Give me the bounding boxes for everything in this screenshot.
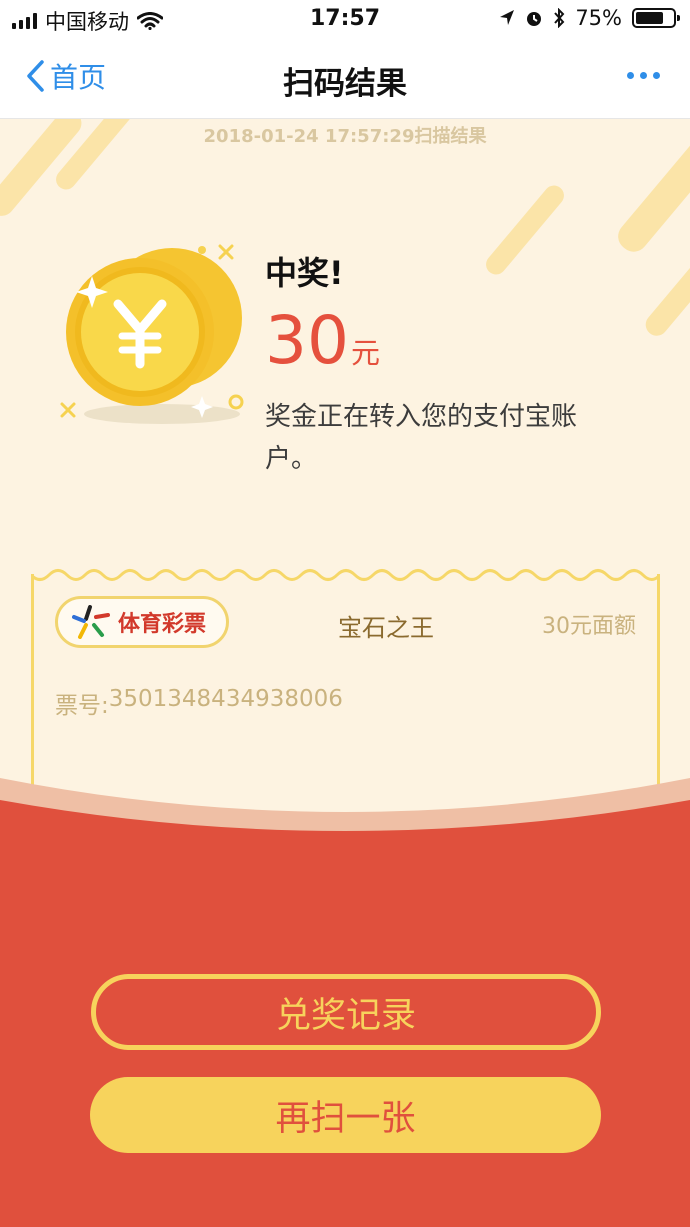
redeem-records-button[interactable]: 兑奖记录 [91,974,601,1050]
more-icon[interactable] [627,72,660,79]
location-icon [500,10,515,25]
bluetooth-icon [554,8,565,28]
alarm-icon [527,12,542,26]
scan-again-button[interactable]: 再扫一张 [90,1077,601,1153]
status-bar: 中国移动 17:57 75% [0,0,690,38]
page-title: 扫码结果 [283,66,407,102]
battery-percent: 75% [575,6,622,30]
battery-icon [632,8,680,28]
nav-bar: 首页 扫码结果 [0,38,690,119]
